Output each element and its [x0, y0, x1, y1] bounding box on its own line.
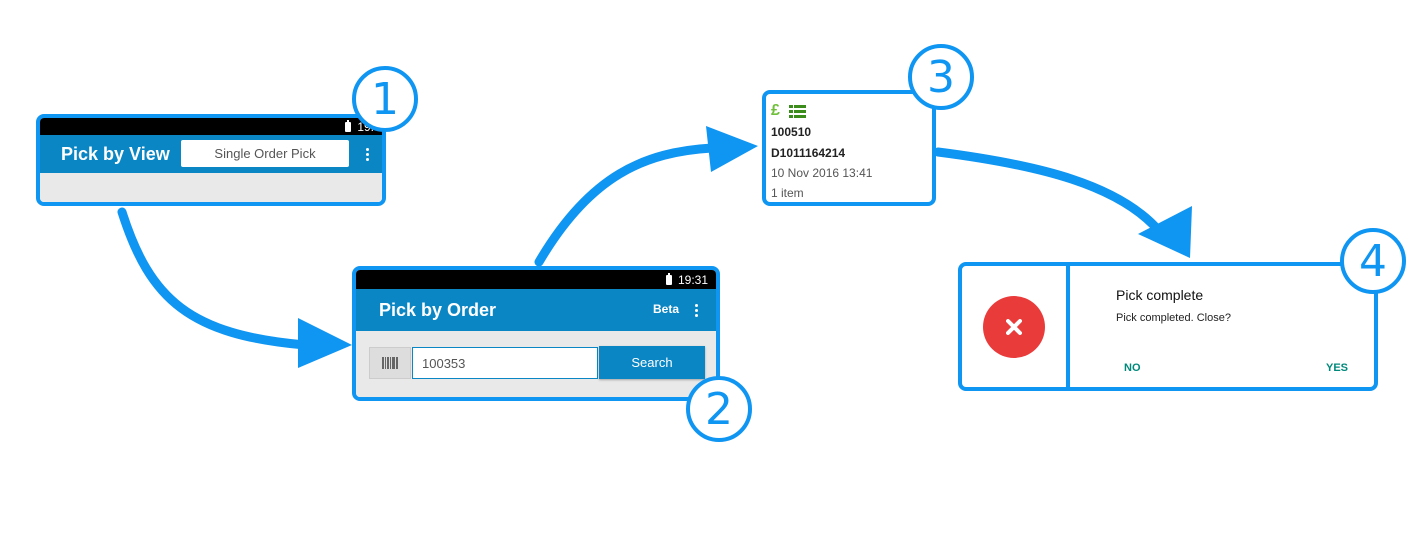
overflow-menu-icon[interactable] [366, 148, 369, 161]
battery-icon [665, 272, 672, 285]
beta-label: Beta [653, 302, 680, 316]
item-count: 1 item [771, 186, 804, 200]
barcode-icon [382, 357, 398, 369]
content-area [40, 173, 382, 202]
search-area: 100353 Search [356, 331, 716, 397]
app-bar: Pick by View Single Order Pick [40, 135, 382, 173]
app-title: Pick by View [61, 143, 170, 164]
search-button[interactable]: Search [599, 346, 705, 379]
status-time: 19:31 [677, 272, 708, 287]
order-search-input[interactable]: 100353 [412, 347, 598, 379]
step-badge-1: 1 [352, 66, 418, 132]
order-date: 10 Nov 2016 13:41 [771, 166, 873, 180]
step-badge-2: 2 [686, 376, 752, 442]
order-search-value: 100353 [422, 355, 466, 371]
order-reference: D1011164214 [771, 146, 846, 160]
step-2-panel: 19:31 Pick by Order Beta 100353 Search [352, 266, 720, 401]
mode-selector[interactable]: Single Order Pick [181, 140, 349, 167]
arrow-1-to-2 [117, 207, 310, 350]
battery-icon [345, 119, 352, 132]
mode-selector-label: Single Order Pick [214, 146, 316, 161]
step-4-panel: Pick complete Pick completed. Close? NO … [958, 262, 1378, 391]
overflow-menu-icon[interactable] [695, 304, 698, 317]
status-bar: 19:31 [356, 270, 716, 289]
dialog-title: Pick complete [1116, 287, 1204, 303]
order-number: 100510 [771, 125, 812, 139]
list-icon [788, 104, 806, 118]
app-bar: Pick by Order Beta [356, 289, 716, 331]
card-icons: £ [771, 102, 806, 120]
no-button[interactable]: NO [1124, 362, 1141, 374]
x-icon [1006, 318, 1022, 335]
dialog-message: Pick completed. Close? [1116, 312, 1231, 324]
app-title: Pick by Order [379, 299, 497, 320]
arrow-head-1-to-2 [298, 318, 352, 368]
status-bar: 19: [40, 118, 382, 135]
step-badge-4: 4 [1340, 228, 1406, 294]
step-3-order-card[interactable]: £ 100510 D1011164214 10 Nov 2016 13:41 1… [762, 90, 936, 206]
error-icon-area [962, 266, 1070, 387]
step-badge-3: 3 [908, 44, 974, 110]
close-circle-icon [983, 295, 1045, 358]
barcode-scan-button[interactable] [369, 347, 411, 379]
arrow-head-2-to-3 [706, 126, 758, 172]
search-button-label: Search [631, 355, 673, 370]
arrow-2-to-3 [534, 143, 717, 267]
yes-button[interactable]: YES [1326, 362, 1348, 374]
pound-currency-icon: £ [771, 102, 780, 119]
step-1-panel: 19: Pick by View Single Order Pick [36, 114, 386, 206]
arrow-3-to-4 [933, 147, 1165, 237]
